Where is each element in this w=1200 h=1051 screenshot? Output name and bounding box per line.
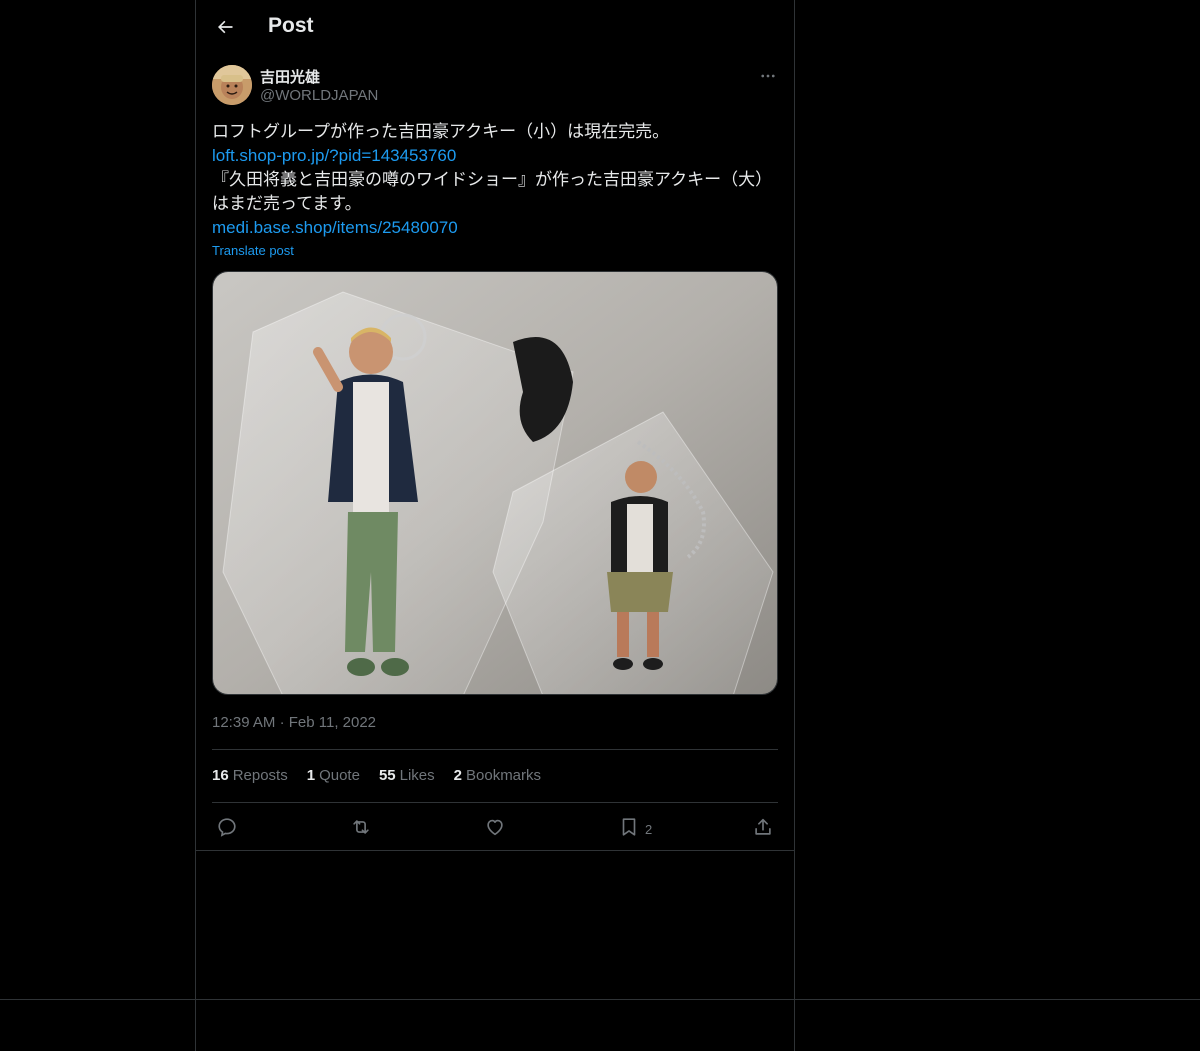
arrow-left-icon — [218, 20, 233, 34]
post-text-line: 『久田将義と吉田豪の噂のワイドショー』が作った吉田豪アクキー（大） — [212, 170, 773, 189]
divider — [196, 850, 794, 851]
repost-icon — [353, 820, 369, 834]
bookmark-icon — [622, 818, 636, 836]
acrylic-keychains-photo — [213, 272, 777, 694]
author-handle[interactable]: @WORLDJAPAN — [260, 87, 378, 104]
bookmarks-stat[interactable]: 2 Bookmarks — [454, 767, 541, 784]
post-text: ロフトグループが作った吉田豪アクキー（小）は現在完売。 loft.shop-pr… — [212, 120, 778, 240]
bookmarks-count: 2 — [453, 767, 462, 784]
likes-count: 55 — [378, 767, 396, 784]
like-button[interactable] — [484, 813, 506, 841]
bookmark-button[interactable]: 2 — [618, 813, 652, 841]
post-text-line: はまだ売ってます。 — [212, 194, 362, 213]
time-separator: · — [279, 714, 285, 731]
likes-label: Likes — [399, 767, 435, 784]
back-button[interactable] — [210, 12, 240, 42]
divider — [212, 802, 778, 803]
reply-icon — [218, 818, 236, 837]
share-button[interactable] — [752, 813, 774, 841]
post-link[interactable]: medi.base.shop/items/25480070 — [212, 218, 458, 237]
reposts-count: 16 — [212, 767, 229, 784]
bookmarks-label: Bookmarks — [466, 767, 542, 784]
bookmark-count: 2 — [645, 821, 653, 837]
quote-label: Quote — [319, 767, 360, 784]
reposts-stat[interactable]: 16 Reposts — [212, 767, 288, 784]
post-time: 12:39 AM — [212, 714, 276, 731]
post-text-line: ロフトグループが作った吉田豪アクキー（小）は現在完売。 — [212, 122, 670, 141]
right-column-border — [794, 0, 795, 1051]
post-actions: 2 — [212, 813, 778, 841]
repost-button[interactable] — [350, 813, 372, 841]
reposts-label: Reposts — [232, 767, 288, 784]
post-date: Feb 11, 2022 — [288, 714, 377, 731]
page-title: Post — [268, 14, 314, 37]
avatar[interactable] — [212, 65, 252, 105]
post-image[interactable] — [212, 271, 778, 695]
translate-post-link[interactable]: Translate post — [212, 243, 294, 258]
left-column-border — [195, 0, 196, 1051]
author-display-name[interactable]: 吉田光雄 — [260, 66, 320, 87]
bottom-border — [0, 999, 1200, 1000]
likes-stat[interactable]: 55 Likes — [379, 767, 435, 784]
quote-count: 1 — [306, 767, 316, 784]
post-link[interactable]: loft.shop-pro.jp/?pid=143453760 — [212, 146, 456, 165]
more-options-button[interactable] — [756, 64, 780, 88]
divider — [212, 749, 778, 750]
post-header: Post — [196, 0, 794, 54]
quote-stat[interactable]: 1 Quote — [307, 767, 360, 784]
reply-button[interactable] — [216, 813, 238, 841]
share-icon — [755, 818, 771, 835]
post-timestamp[interactable]: 12:39 AM · Feb 11, 2022 — [212, 714, 376, 731]
more-horizontal-icon — [761, 74, 775, 78]
post-stats: 16 Reposts 1 Quote 55 Likes 2 Bookmarks — [212, 767, 541, 784]
heart-icon — [487, 819, 503, 836]
